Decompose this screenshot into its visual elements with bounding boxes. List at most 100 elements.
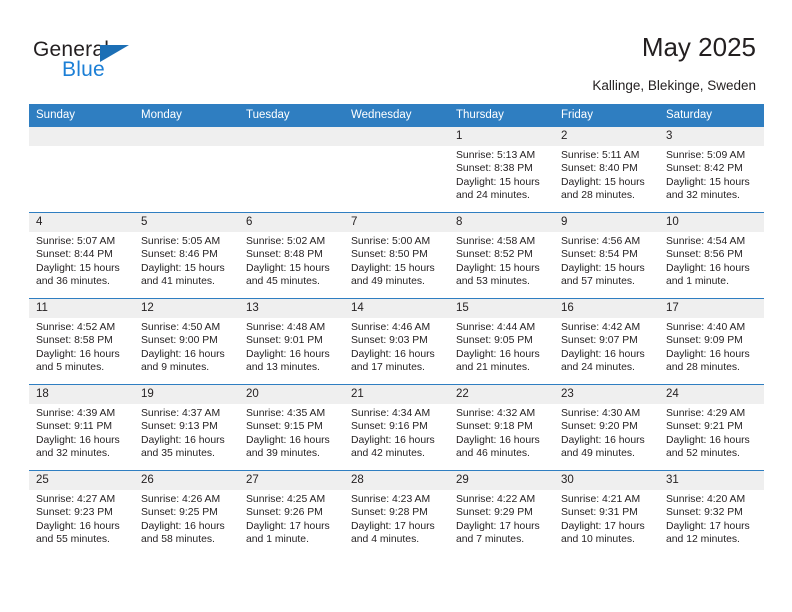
- sunrise-text: Sunrise: 4:39 AM: [36, 408, 116, 419]
- calendar-cell[interactable]: 26 Sunrise: 4:26 AM Sunset: 9:25 PM Dayligh…: [134, 470, 239, 556]
- sunrise-text: Sunrise: 4:22 AM: [456, 494, 536, 505]
- sunrise-text: Sunrise: 4:58 AM: [456, 236, 536, 247]
- day-number: 14: [344, 299, 449, 318]
- calendar-cell[interactable]: 19 Sunrise: 4:37 AM Sunset: 9:13 PM Dayligh…: [134, 384, 239, 471]
- day-details: Sunrise: 4:32 AM Sunset: 9:18 PM Daylight:…: [449, 404, 554, 461]
- calendar-cell[interactable]: 24 Sunrise: 4:29 AM Sunset: 9:21 PM Dayligh…: [659, 384, 764, 471]
- sunrise-text: Sunrise: 4:34 AM: [351, 408, 431, 419]
- sunrise-text: Sunrise: 4:20 AM: [666, 494, 746, 505]
- day-details: Sunrise: 4:25 AM Sunset: 9:26 PM Daylight:…: [239, 490, 344, 547]
- day-number: [134, 127, 239, 146]
- sunrise-text: Sunrise: 5:13 AM: [456, 150, 536, 161]
- sunset-text: Sunset: 8:40 PM: [561, 163, 638, 175]
- calendar-week-row: 25 Sunrise: 4:27 AM Sunset: 9:23 PM Dayligh…: [29, 470, 764, 556]
- calendar-cell-empty: [344, 126, 449, 213]
- daylight-text: Daylight: 16 hours and 35 minutes.: [141, 434, 225, 460]
- day-number: 11: [29, 299, 134, 318]
- calendar-cell[interactable]: 12 Sunrise: 4:50 AM Sunset: 9:00 PM Dayligh…: [134, 298, 239, 385]
- sunrise-text: Sunrise: 4:52 AM: [36, 322, 116, 333]
- general-blue-logo[interactable]: General Blue: [33, 38, 173, 86]
- day-details: Sunrise: 4:42 AM Sunset: 9:07 PM Daylight:…: [554, 318, 659, 375]
- day-number: 25: [29, 471, 134, 490]
- sunrise-text: Sunrise: 4:40 AM: [666, 322, 746, 333]
- calendar-week-row: 4 Sunrise: 5:07 AM Sunset: 8:44 PM Daylight…: [29, 212, 764, 299]
- weekday-header-monday: Monday: [134, 104, 239, 127]
- calendar-page: General Blue May 2025 Kallinge, Blekinge…: [0, 0, 792, 612]
- sunrise-text: Sunrise: 4:23 AM: [351, 494, 431, 505]
- calendar-cell[interactable]: 17 Sunrise: 4:40 AM Sunset: 9:09 PM Dayligh…: [659, 298, 764, 385]
- calendar-cell[interactable]: 31 Sunrise: 4:20 AM Sunset: 9:32 PM Dayligh…: [659, 470, 764, 556]
- calendar-cell[interactable]: 3 Sunrise: 5:09 AM Sunset: 8:42 PM Daylight…: [659, 126, 764, 213]
- calendar-cell[interactable]: 5 Sunrise: 5:05 AM Sunset: 8:46 PM Daylight…: [134, 212, 239, 299]
- day-number: 28: [344, 471, 449, 490]
- calendar-cell[interactable]: 27 Sunrise: 4:25 AM Sunset: 9:26 PM Dayligh…: [239, 470, 344, 556]
- day-number: 13: [239, 299, 344, 318]
- calendar-cell[interactable]: 20 Sunrise: 4:35 AM Sunset: 9:15 PM Dayligh…: [239, 384, 344, 471]
- sunrise-text: Sunrise: 5:07 AM: [36, 236, 116, 247]
- calendar-cell[interactable]: 16 Sunrise: 4:42 AM Sunset: 9:07 PM Dayligh…: [554, 298, 659, 385]
- sunrise-text: Sunrise: 5:09 AM: [666, 150, 746, 161]
- day-details: Sunrise: 4:30 AM Sunset: 9:20 PM Daylight:…: [554, 404, 659, 461]
- day-details: Sunrise: 4:35 AM Sunset: 9:15 PM Daylight:…: [239, 404, 344, 461]
- calendar-cell[interactable]: 2 Sunrise: 5:11 AM Sunset: 8:40 PM Daylight…: [554, 126, 659, 213]
- sunrise-text: Sunrise: 4:48 AM: [246, 322, 326, 333]
- day-details: Sunrise: 5:09 AM Sunset: 8:42 PM Daylight:…: [659, 146, 764, 203]
- calendar-cell[interactable]: 29 Sunrise: 4:22 AM Sunset: 9:29 PM Dayligh…: [449, 470, 554, 556]
- day-number: 3: [659, 127, 764, 146]
- calendar-cell[interactable]: 18 Sunrise: 4:39 AM Sunset: 9:11 PM Dayligh…: [29, 384, 134, 471]
- calendar-cell[interactable]: 14 Sunrise: 4:46 AM Sunset: 9:03 PM Dayligh…: [344, 298, 449, 385]
- day-number: 21: [344, 385, 449, 404]
- daylight-text: Daylight: 16 hours and 49 minutes.: [561, 434, 645, 460]
- day-number: [239, 127, 344, 146]
- daylight-text: Daylight: 16 hours and 28 minutes.: [666, 348, 750, 374]
- calendar-cell[interactable]: 21 Sunrise: 4:34 AM Sunset: 9:16 PM Dayligh…: [344, 384, 449, 471]
- calendar-cell[interactable]: 22 Sunrise: 4:32 AM Sunset: 9:18 PM Dayligh…: [449, 384, 554, 471]
- sunrise-text: Sunrise: 4:32 AM: [456, 408, 536, 419]
- calendar-cell[interactable]: 13 Sunrise: 4:48 AM Sunset: 9:01 PM Dayligh…: [239, 298, 344, 385]
- day-details: Sunrise: 4:58 AM Sunset: 8:52 PM Daylight:…: [449, 232, 554, 289]
- calendar-cell[interactable]: 15 Sunrise: 4:44 AM Sunset: 9:05 PM Dayligh…: [449, 298, 554, 385]
- calendar-cell[interactable]: 30 Sunrise: 4:21 AM Sunset: 9:31 PM Dayligh…: [554, 470, 659, 556]
- daylight-text: Daylight: 15 hours and 32 minutes.: [666, 176, 750, 202]
- weekday-header-tuesday: Tuesday: [239, 104, 344, 127]
- sunset-text: Sunset: 9:00 PM: [141, 335, 218, 347]
- daylight-text: Daylight: 16 hours and 32 minutes.: [36, 434, 120, 460]
- day-number: 30: [554, 471, 659, 490]
- calendar-cell[interactable]: 9 Sunrise: 4:56 AM Sunset: 8:54 PM Daylight…: [554, 212, 659, 299]
- day-number: 5: [134, 213, 239, 232]
- weekday-header-wednesday: Wednesday: [344, 104, 449, 127]
- daylight-text: Daylight: 16 hours and 52 minutes.: [666, 434, 750, 460]
- sunset-text: Sunset: 9:13 PM: [141, 421, 218, 433]
- sunset-text: Sunset: 8:52 PM: [456, 249, 533, 261]
- calendar-cell[interactable]: 11 Sunrise: 4:52 AM Sunset: 8:58 PM Dayligh…: [29, 298, 134, 385]
- day-details: Sunrise: 5:07 AM Sunset: 8:44 PM Daylight:…: [29, 232, 134, 289]
- daylight-text: Daylight: 17 hours and 7 minutes.: [456, 520, 540, 546]
- calendar-cell[interactable]: 6 Sunrise: 5:02 AM Sunset: 8:48 PM Daylight…: [239, 212, 344, 299]
- day-details: Sunrise: 4:44 AM Sunset: 9:05 PM Daylight:…: [449, 318, 554, 375]
- sunset-text: Sunset: 9:18 PM: [456, 421, 533, 433]
- weekday-header-saturday: Saturday: [659, 104, 764, 127]
- calendar-cell[interactable]: 23 Sunrise: 4:30 AM Sunset: 9:20 PM Dayligh…: [554, 384, 659, 471]
- day-number: 7: [344, 213, 449, 232]
- day-details: Sunrise: 4:22 AM Sunset: 9:29 PM Daylight:…: [449, 490, 554, 547]
- day-details: Sunrise: 4:34 AM Sunset: 9:16 PM Daylight:…: [344, 404, 449, 461]
- calendar-cell[interactable]: 4 Sunrise: 5:07 AM Sunset: 8:44 PM Daylight…: [29, 212, 134, 299]
- weekday-header-row: Sunday Monday Tuesday Wednesday Thursday…: [29, 104, 764, 127]
- day-number: [29, 127, 134, 146]
- sunset-text: Sunset: 9:32 PM: [666, 507, 743, 519]
- weekday-header-sunday: Sunday: [29, 104, 134, 127]
- calendar-cell[interactable]: 1 Sunrise: 5:13 AM Sunset: 8:38 PM Daylight…: [449, 126, 554, 213]
- calendar-cell[interactable]: 10 Sunrise: 4:54 AM Sunset: 8:56 PM Dayligh…: [659, 212, 764, 299]
- sunset-text: Sunset: 8:54 PM: [561, 249, 638, 261]
- calendar-cell[interactable]: 25 Sunrise: 4:27 AM Sunset: 9:23 PM Dayligh…: [29, 470, 134, 556]
- calendar-head: Sunday Monday Tuesday Wednesday Thursday…: [29, 104, 764, 127]
- calendar-week-row: 11 Sunrise: 4:52 AM Sunset: 8:58 PM Dayligh…: [29, 298, 764, 385]
- calendar-cell[interactable]: 28 Sunrise: 4:23 AM Sunset: 9:28 PM Dayligh…: [344, 470, 449, 556]
- calendar-cell[interactable]: 7 Sunrise: 5:00 AM Sunset: 8:50 PM Daylight…: [344, 212, 449, 299]
- calendar-cell[interactable]: 8 Sunrise: 4:58 AM Sunset: 8:52 PM Daylight…: [449, 212, 554, 299]
- sunrise-text: Sunrise: 4:29 AM: [666, 408, 746, 419]
- calendar-cell-empty: [29, 126, 134, 213]
- sunrise-text: Sunrise: 4:37 AM: [141, 408, 221, 419]
- day-details: Sunrise: 4:26 AM Sunset: 9:25 PM Daylight:…: [134, 490, 239, 547]
- day-details: Sunrise: 4:40 AM Sunset: 9:09 PM Daylight:…: [659, 318, 764, 375]
